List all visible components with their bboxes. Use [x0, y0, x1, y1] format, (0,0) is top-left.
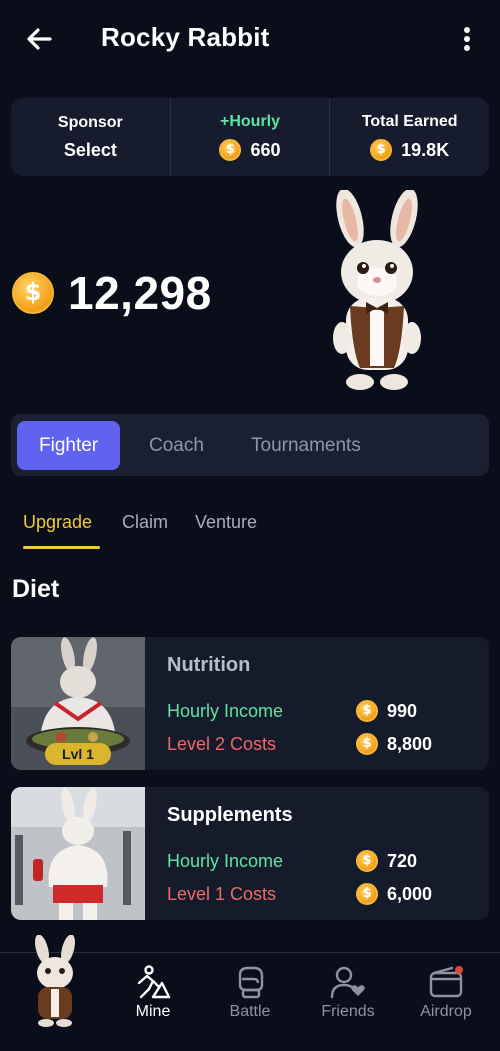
stat-label: Sponsor: [57, 113, 123, 131]
coin-icon: $: [356, 883, 378, 905]
tab-upgrade[interactable]: Upgrade: [23, 512, 92, 533]
tab-venture[interactable]: Venture: [195, 512, 257, 533]
stats-bar: Sponsor Select +Hourly $ 660 Total Earne…: [11, 98, 489, 176]
bottom-nav: Mine Battle Friends Airdrop: [0, 935, 500, 1051]
hourly-income-value: 990: [387, 700, 418, 721]
coin-icon: $: [356, 850, 378, 872]
nav-mine[interactable]: Mine: [113, 965, 193, 1021]
nav-airdrop[interactable]: Airdrop: [406, 965, 486, 1021]
level-cost-label: Level 1 Costs: [167, 884, 277, 904]
hourly-income-value: 720: [387, 850, 418, 871]
wallet-icon: [429, 966, 463, 998]
section-title: Diet: [12, 575, 60, 603]
level-cost-value: 8,800: [387, 733, 433, 754]
nav-label: Airdrop: [420, 1003, 472, 1020]
tab-fighter[interactable]: Fighter: [17, 421, 121, 470]
balance: $ 12,298: [12, 266, 212, 320]
level-cost-value: 6,000: [387, 883, 433, 904]
coin-icon: $: [370, 139, 393, 161]
tab-coach[interactable]: Coach: [127, 421, 226, 470]
card-title: Supplements: [167, 804, 293, 826]
rabbit-mascot-image[interactable]: [322, 190, 432, 395]
mine-icon: [137, 965, 171, 999]
hourly-income-label: Hourly Income: [167, 701, 284, 721]
level-badge: Lvl 1: [45, 743, 111, 765]
main-tabs: Fighter Coach Tournaments: [11, 414, 489, 476]
hourly-stat: +Hourly $ 660: [171, 98, 331, 176]
total-earned-stat: Total Earned $ 19.8K: [330, 98, 489, 176]
coin-icon: $: [219, 139, 242, 161]
stat-label: Total Earned: [361, 113, 458, 130]
active-tab-underline: [23, 546, 100, 549]
nav-friends[interactable]: Friends: [308, 965, 388, 1021]
stat-label: +Hourly: [220, 113, 281, 130]
nav-label: Mine: [135, 1003, 171, 1020]
boxing-glove-icon: [238, 966, 264, 999]
supplements-image: [11, 787, 145, 920]
card-title: Nutrition: [167, 654, 251, 676]
upgrade-card-supplements[interactable]: Supplements Hourly Income $ 720 Level 1 …: [11, 787, 489, 920]
hourly-income-label: Hourly Income: [167, 851, 284, 871]
arrow-left-icon[interactable]: [22, 22, 56, 56]
nav-label: Friends: [321, 1003, 375, 1020]
sponsor-stat[interactable]: Sponsor Select: [11, 98, 171, 176]
tab-claim[interactable]: Claim: [122, 512, 168, 533]
rabbit-avatar[interactable]: [24, 935, 86, 1027]
coin-icon: $: [356, 733, 378, 755]
more-vertical-icon[interactable]: [454, 24, 480, 54]
balance-value: 12,298: [68, 267, 212, 319]
total-earned-value: 19.8K: [401, 139, 450, 160]
coin-icon: $: [12, 272, 54, 314]
sponsor-select[interactable]: Select: [64, 140, 117, 161]
friends-icon: [330, 966, 365, 999]
nav-label: Battle: [229, 1003, 271, 1020]
level-cost-label: Level 2 Costs: [167, 734, 277, 754]
upgrade-card-nutrition[interactable]: Lvl 1 Nutrition Hourly Income $ 990 Leve…: [11, 637, 489, 770]
hourly-value: 660: [250, 139, 281, 160]
tab-tournaments[interactable]: Tournaments: [229, 421, 383, 470]
page-title: Rocky Rabbit: [101, 22, 270, 52]
coin-icon: $: [356, 700, 378, 722]
nav-battle[interactable]: Battle: [210, 965, 290, 1021]
app-header: Rocky Rabbit: [0, 0, 500, 78]
